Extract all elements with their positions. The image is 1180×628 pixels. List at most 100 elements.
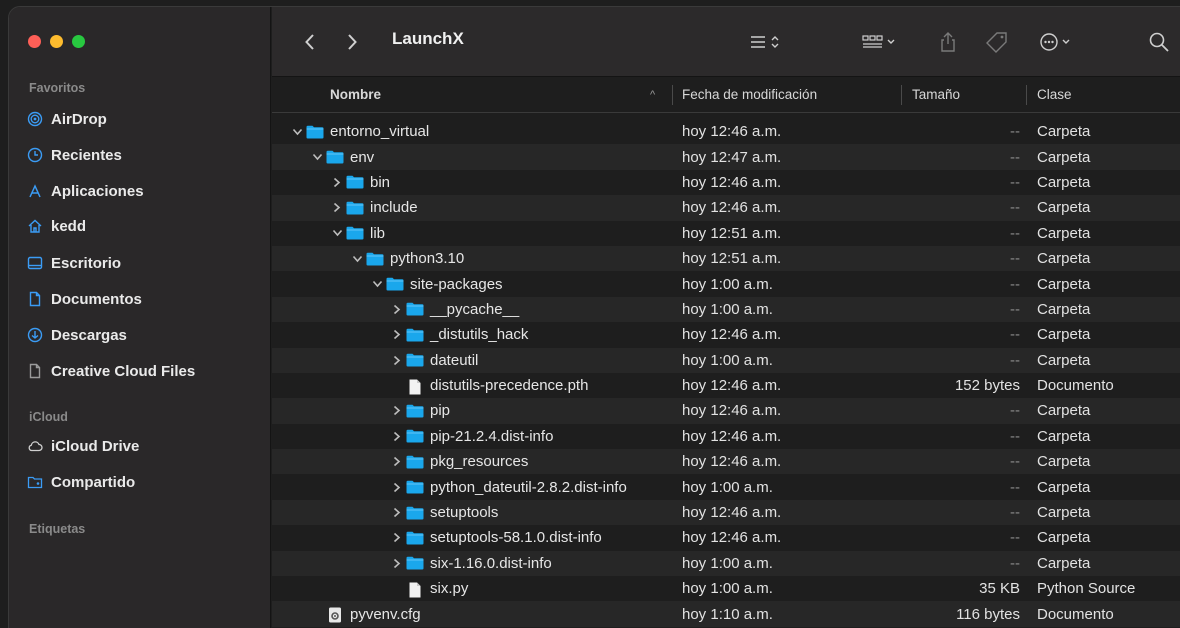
date-modified: hoy 12:46 a.m. [682, 402, 782, 420]
table-row[interactable]: pip hoy 12:46 a.m. -- Carpeta [272, 398, 1180, 424]
table-row[interactable]: include hoy 12:46 a.m. -- Carpeta [272, 195, 1180, 221]
name-cell: pyvenv.cfg [272, 601, 672, 626]
back-button[interactable] [304, 29, 316, 55]
tag-button[interactable] [984, 29, 1010, 55]
file-name: bin [370, 173, 391, 191]
table-row[interactable]: pip-21.2.4.dist-info hoy 12:46 a.m. -- Carp… [272, 424, 1180, 449]
table-row[interactable]: pkg_resources hoy 12:46 a.m. -- Carpeta [272, 449, 1180, 475]
table-row[interactable]: six-1.16.0.dist-info hoy 1:00 a.m. -- Carpe… [272, 550, 1180, 577]
file-size: -- [1010, 427, 1020, 445]
sidebar-item-airdrop[interactable]: AirDrop [27, 106, 107, 132]
file-size: -- [1010, 529, 1020, 547]
file-kind: Carpeta [1037, 250, 1091, 268]
date-modified: hoy 1:00 a.m. [682, 580, 773, 598]
chevron-right-icon[interactable] [390, 429, 404, 443]
sidebar-item-label: Descargas [51, 326, 127, 344]
chevron-right-icon[interactable] [330, 175, 344, 189]
sidebar-item-descargas[interactable]: Descargas [27, 322, 127, 348]
zoom-window-button[interactable] [72, 35, 85, 48]
share-button[interactable] [939, 29, 957, 55]
sidebar-item-compartido[interactable]: Compartido [27, 469, 135, 495]
desktop-icon [27, 256, 43, 270]
table-row[interactable]: pyvenv.cfg hoy 1:10 a.m. 116 bytes Document… [272, 601, 1180, 627]
chevron-right-icon[interactable] [390, 556, 404, 570]
file-size: 116 bytes [956, 605, 1020, 623]
file-name: six.py [430, 580, 469, 598]
sidebar-item-creative-cloud-files[interactable]: Creative Cloud Files [27, 358, 195, 384]
chevron-right-icon [348, 34, 357, 50]
sidebar-item-documentos[interactable]: Documentos [27, 286, 142, 312]
table-row[interactable]: distutils-precedence.pth hoy 12:46 a.m. 15… [272, 373, 1180, 398]
table-row[interactable]: python3.10 hoy 12:51 a.m. -- Carpeta [272, 245, 1180, 272]
minimize-window-button[interactable] [50, 35, 63, 48]
file-name: pyvenv.cfg [350, 605, 421, 623]
folder-icon [406, 302, 424, 316]
table-row[interactable]: _distutils_hack hoy 12:46 a.m. -- Carpeta [272, 322, 1180, 347]
table-row[interactable]: site-packages hoy 1:00 a.m. -- Carpeta [272, 271, 1180, 296]
sidebar-item-label: Documentos [51, 290, 142, 308]
chevron-down-icon[interactable] [290, 125, 304, 139]
file-kind: Documento [1037, 605, 1114, 623]
search-button[interactable] [1148, 29, 1170, 55]
table-row[interactable]: dateutil hoy 1:00 a.m. -- Carpeta [272, 347, 1180, 373]
table-row[interactable]: setuptools-58.1.0.dist-info hoy 12:46 a.m… [272, 525, 1180, 550]
table-row[interactable]: six.py hoy 1:00 a.m. 35 KB Python Source [272, 576, 1180, 601]
file-kind: Carpeta [1037, 224, 1091, 242]
file-kind: Python Source [1037, 580, 1136, 598]
sidebar-item-icloud-drive[interactable]: iCloud Drive [27, 433, 139, 459]
table-row[interactable]: entorno_virtual hoy 12:46 a.m. -- Carpeta [272, 119, 1180, 144]
file-size: -- [1010, 453, 1020, 471]
file-kind: Carpeta [1037, 453, 1091, 471]
chevron-right-icon[interactable] [390, 531, 404, 545]
date-modified: hoy 12:46 a.m. [682, 326, 782, 344]
view-mode-button[interactable] [749, 29, 783, 55]
more-actions-button[interactable] [1039, 29, 1073, 55]
date-modified: hoy 12:46 a.m. [682, 453, 782, 471]
close-window-button[interactable] [28, 35, 41, 48]
file-list: entorno_virtual hoy 12:46 a.m. -- Carpeta en… [272, 119, 1180, 627]
sidebar-item-label: Creative Cloud Files [51, 362, 196, 380]
column-header-kind[interactable]: Clase [1037, 77, 1072, 113]
chevron-down-icon[interactable] [370, 277, 384, 291]
table-row[interactable]: env hoy 12:47 a.m. -- Carpeta [272, 144, 1180, 170]
name-cell: bin [272, 170, 672, 195]
column-header-name[interactable]: Nombre [330, 77, 381, 113]
sidebar-item-escritorio[interactable]: Escritorio [27, 250, 121, 276]
chevron-right-icon[interactable] [390, 353, 404, 367]
chevron-right-icon[interactable] [390, 404, 404, 418]
file-size: -- [1010, 478, 1020, 496]
folder-icon [326, 150, 344, 164]
group-button[interactable] [861, 29, 897, 55]
folder-icon [406, 353, 424, 367]
chevron-right-icon[interactable] [390, 455, 404, 469]
date-modified: hoy 1:00 a.m. [682, 478, 773, 496]
sidebar-item-aplicaciones[interactable]: Aplicaciones [27, 178, 144, 204]
chevron-down-icon[interactable] [310, 150, 324, 164]
chevron-right-icon[interactable] [390, 328, 404, 342]
sidebar-item-recientes[interactable]: Recientes [27, 142, 122, 168]
chevron-right-icon[interactable] [330, 201, 344, 215]
file-size: -- [1010, 148, 1020, 166]
file-size: 35 KB [979, 580, 1020, 598]
chevron-right-icon[interactable] [390, 302, 404, 316]
table-row[interactable]: python_dateutil-2.8.2.dist-info hoy 1:00 … [272, 474, 1180, 499]
date-modified: hoy 12:47 a.m. [682, 148, 782, 166]
sidebar-item-label: Compartido [51, 473, 136, 491]
table-row[interactable]: lib hoy 12:51 a.m. -- Carpeta [272, 221, 1180, 246]
chevron-down-icon[interactable] [330, 226, 344, 240]
folder-icon [406, 480, 424, 494]
table-row[interactable]: setuptools hoy 12:46 a.m. -- Carpeta [272, 499, 1180, 526]
chevron-right-icon[interactable] [390, 506, 404, 520]
cloud-icon [28, 441, 43, 452]
chevron-right-icon[interactable] [390, 480, 404, 494]
window-controls [28, 35, 85, 48]
file-name: setuptools-58.1.0.dist-info [430, 529, 602, 547]
column-header-date[interactable]: Fecha de modificación [682, 77, 817, 113]
forward-button[interactable] [346, 29, 358, 55]
table-row[interactable]: bin hoy 12:46 a.m. -- Carpeta [272, 170, 1180, 195]
window-title: LaunchX [392, 29, 464, 48]
sidebar-item-kedd[interactable]: kedd [27, 213, 86, 239]
table-row[interactable]: __pycache__ hoy 1:00 a.m. -- Carpeta [272, 296, 1180, 323]
column-header-size[interactable]: Tamaño [912, 77, 960, 113]
chevron-down-icon[interactable] [350, 252, 364, 266]
